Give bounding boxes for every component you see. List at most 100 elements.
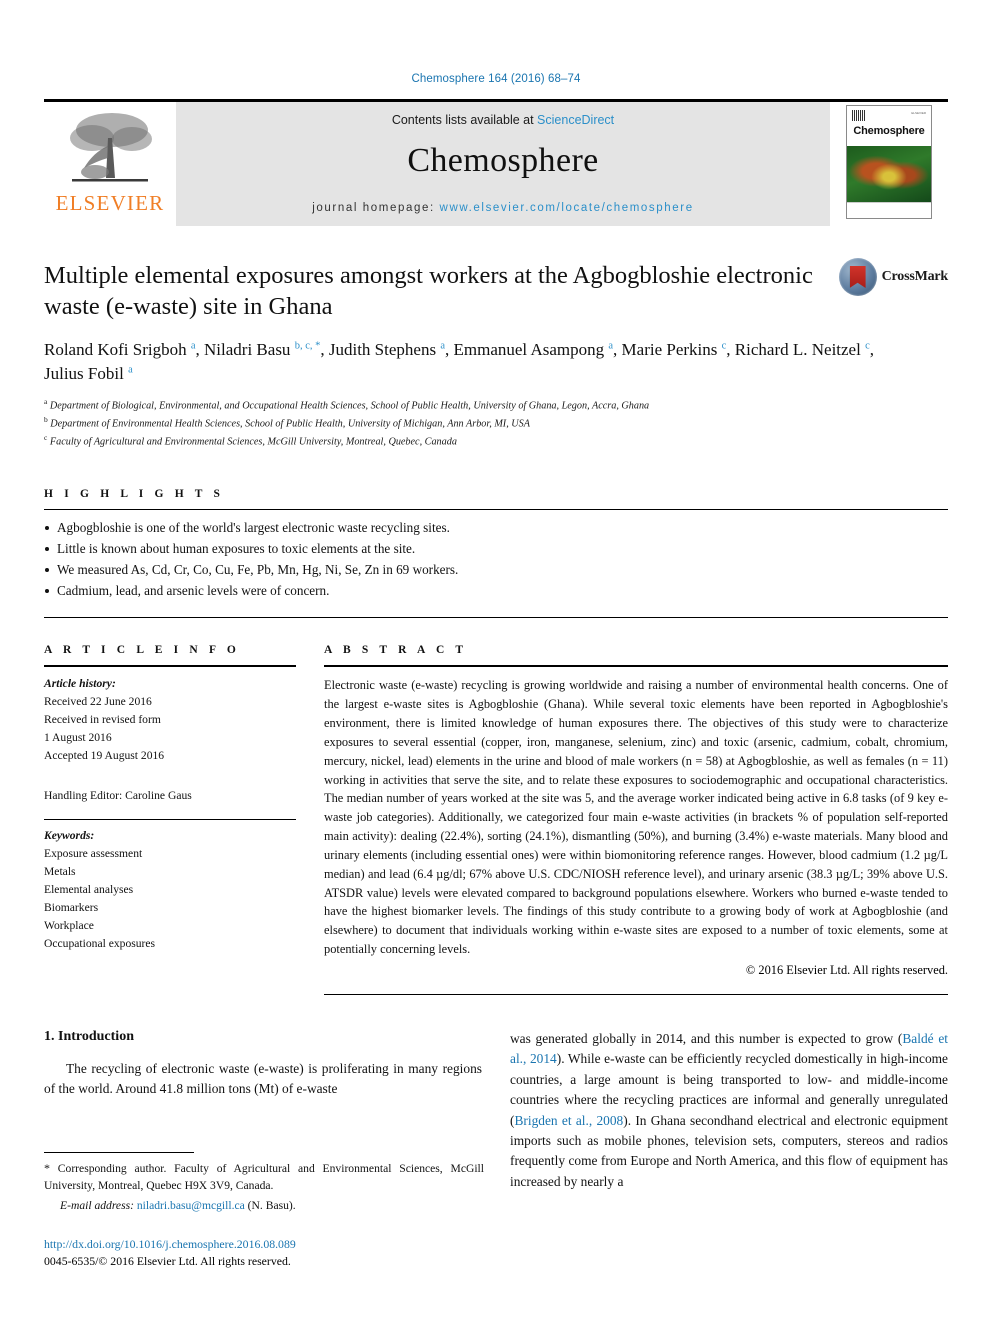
homepage-label: journal homepage: <box>312 202 435 214</box>
abstract-copyright: © 2016 Elsevier Ltd. All rights reserved… <box>745 963 948 978</box>
issn-copyright-line: 0045-6535/© 2016 Elsevier Ltd. All right… <box>44 1254 291 1269</box>
author-name: Emmanuel Asampong <box>453 340 609 359</box>
article-info-heading: A R T I C L E I N F O <box>44 644 240 657</box>
author-affiliation-mark: a <box>128 364 133 376</box>
corresponding-text: Corresponding author. Faculty of Agricul… <box>44 1162 484 1193</box>
article-info-body: Article history: Received 22 June 2016 Re… <box>44 675 296 953</box>
divider <box>44 1152 194 1153</box>
email-label: E-mail address: <box>60 1198 134 1212</box>
divider <box>44 665 296 668</box>
divider <box>44 617 948 619</box>
homepage-url-link[interactable]: www.elsevier.com/locate/chemosphere <box>440 202 694 214</box>
divider <box>44 508 948 510</box>
contents-prefix: Contents lists available at <box>391 113 538 127</box>
keyword-item: Exposure assessment <box>44 847 143 861</box>
abstract-heading: A B S T R A C T <box>324 644 468 657</box>
footnote-block: * Corresponding author. Faculty of Agric… <box>44 1152 484 1270</box>
contents-available-line: Contents lists available at ScienceDirec… <box>392 113 614 127</box>
corresponding-author-note: * Corresponding author. Faculty of Agric… <box>44 1159 484 1214</box>
barcode-icon <box>852 110 865 121</box>
info-abstract-row: A R T I C L E I N F O Article history: R… <box>44 644 948 996</box>
cover-footer <box>847 202 931 217</box>
email-link[interactable]: niladri.basu@mcgill.ca <box>137 1199 245 1212</box>
journal-title: Chemosphere <box>407 142 599 179</box>
author-separator: , <box>195 340 205 359</box>
body-text-run: was generated globally in 2014, and this… <box>510 1031 903 1047</box>
divider <box>324 665 948 668</box>
cover-header: ELSEVIER Chemosphere <box>847 106 931 146</box>
affiliation-line: b Department of Environmental Health Sci… <box>44 414 948 432</box>
keyword-item: Metals <box>44 865 76 879</box>
doi-link[interactable]: http://dx.doi.org/10.1016/j.chemosphere.… <box>44 1236 484 1253</box>
article-history: Article history: Received 22 June 2016 Re… <box>44 675 296 765</box>
affiliation-line: c Faculty of Agricultural and Environmen… <box>44 432 948 450</box>
affiliation-list: a Department of Biological, Environmenta… <box>44 396 948 450</box>
divider <box>44 819 296 821</box>
affiliation-text: Department of Biological, Environmental,… <box>47 400 650 412</box>
author-affiliation-mark: b, c, * <box>294 340 321 352</box>
author-name: Marie Perkins <box>621 340 722 359</box>
highlight-item: Little is known about human exposures to… <box>44 539 948 560</box>
intro-paragraph-left: The recycling of electronic waste (e-was… <box>44 1061 482 1097</box>
masthead-center: Contents lists available at ScienceDirec… <box>176 102 830 226</box>
author-name: Roland Kofi Srigboh <box>44 340 191 359</box>
journal-masthead: ELSEVIER Contents lists available at Sci… <box>44 99 948 226</box>
handling-editor: Handling Editor: Caroline Gaus <box>44 789 192 803</box>
affiliation-text: Department of Environmental Health Scien… <box>47 418 530 430</box>
keyword-item: Occupational exposures <box>44 936 156 950</box>
keywords-label: Keywords: <box>44 829 95 843</box>
keyword-item: Biomarkers <box>44 901 99 915</box>
journal-homepage-line: journal homepage: www.elsevier.com/locat… <box>312 202 693 214</box>
journal-cover-thumbnail: ELSEVIER Chemosphere <box>830 102 948 226</box>
article-info-section: A R T I C L E I N F O Article history: R… <box>44 644 296 995</box>
author-separator: , <box>320 340 329 359</box>
author-name: Richard L. Neitzel <box>734 340 866 359</box>
intro-paragraph-right: was generated globally in 2014, and this… <box>510 1029 948 1192</box>
author-list: Roland Kofi Srigboh a, Niladri Basu b, c… <box>44 338 884 386</box>
sciencedirect-link[interactable]: ScienceDirect <box>537 113 614 127</box>
highlights-heading: H I G H L I G H T S <box>44 487 225 500</box>
author-name: Niladri Basu <box>204 340 295 359</box>
elsevier-wordmark: ELSEVIER <box>55 191 165 215</box>
highlight-item: Cadmium, lead, and arsenic levels were o… <box>44 581 948 602</box>
highlight-item: Agbogbloshie is one of the world's large… <box>44 518 948 539</box>
section-title-introduction: 1. Introduction <box>44 1029 134 1045</box>
highlight-item: We measured As, Cd, Cr, Co, Cu, Fe, Pb, … <box>44 560 948 581</box>
affiliation-line: a Department of Biological, Environmenta… <box>44 396 948 414</box>
article-history-label: Article history: <box>44 677 116 691</box>
crossmark-icon <box>838 258 877 296</box>
author-name: Julius Fobil <box>44 364 129 384</box>
title-block: Multiple elemental exposures amongst wor… <box>44 258 949 326</box>
article-history-line: 1 August 2016 <box>44 731 112 745</box>
email-suffix: (N. Basu). <box>244 1198 296 1212</box>
author-separator: , <box>726 340 735 359</box>
affiliation-text: Faculty of Agricultural and Environmenta… <box>47 436 457 448</box>
highlights-section: H I G H L I G H T S Agbogbloshie is one … <box>44 487 948 619</box>
article-history-line: Received in revised form <box>44 713 161 727</box>
author-separator: , <box>613 340 622 359</box>
author-name: Judith Stephens <box>328 340 441 359</box>
author-separator: , <box>869 340 874 359</box>
elsevier-tree-icon <box>62 108 158 194</box>
publisher-logo: ELSEVIER <box>44 102 176 226</box>
article-history-line: Received 22 June 2016 <box>44 695 152 709</box>
highlights-list: Agbogbloshie is one of the world's large… <box>44 518 948 601</box>
body-column-right: was generated globally in 2014, and this… <box>510 1029 948 1192</box>
article-page: Chemosphere 164 (2016) 68–74 ELSEVIER Co… <box>0 0 992 1323</box>
doi-block: http://dx.doi.org/10.1016/j.chemosphere.… <box>44 1236 484 1270</box>
crossmark-badge[interactable]: CrossMark <box>838 258 949 296</box>
keyword-item: Workplace <box>44 919 94 933</box>
cover-image: ELSEVIER Chemosphere <box>846 105 932 219</box>
divider <box>324 994 948 996</box>
cover-corner-note: ELSEVIER <box>911 111 926 115</box>
article-history-line: Accepted 19 August 2016 <box>44 749 165 763</box>
abstract-section: A B S T R A C T Electronic waste (e-wast… <box>324 644 948 996</box>
cover-photo <box>847 146 931 202</box>
crossmark-label: CrossMark <box>881 269 949 284</box>
page-title: Multiple elemental exposures amongst wor… <box>44 262 813 321</box>
running-head: Chemosphere 164 (2016) 68–74 <box>411 73 581 85</box>
keyword-item: Elemental analyses <box>44 883 134 897</box>
citation-link[interactable]: Brigden et al., 2008 <box>514 1113 623 1128</box>
abstract-text: Electronic waste (e-waste) recycling is … <box>324 678 948 957</box>
cover-journal-name: Chemosphere <box>853 125 925 137</box>
